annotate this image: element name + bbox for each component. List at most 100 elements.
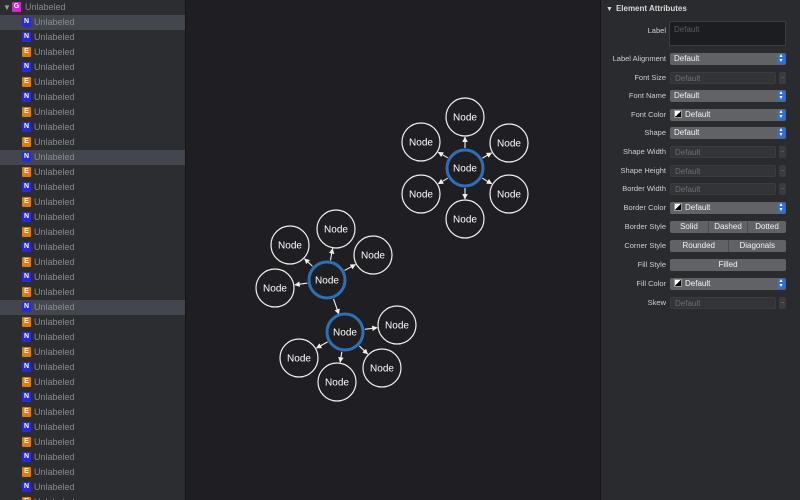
edge-arrow[interactable]: [364, 325, 378, 332]
graph-canvas[interactable]: Node Node Node Node Node Node Node Node Node Node…: [186, 0, 599, 500]
edge-arrow[interactable]: [437, 151, 449, 159]
outline-row[interactable]: N Unlabeled: [0, 15, 185, 30]
graph-node[interactable]: Node: [401, 174, 441, 214]
border-width-field[interactable]: Default: [670, 183, 776, 195]
shape-popup[interactable]: Default ▴ ▾: [670, 127, 786, 139]
shape-width-field[interactable]: Default: [670, 146, 776, 158]
font-name-popup[interactable]: Default ▴ ▾: [670, 90, 786, 102]
outline-row[interactable]: EUnlabeled: [0, 255, 185, 270]
graph-node[interactable]: Node: [401, 122, 441, 162]
outline-row[interactable]: EUnlabeled: [0, 495, 185, 500]
outline-row[interactable]: N Unlabeled: [0, 480, 185, 495]
graph-node[interactable]: Node: [445, 97, 485, 137]
shape-height-stepper[interactable]: [779, 165, 786, 177]
skew-stepper[interactable]: [779, 297, 786, 309]
outline-row[interactable]: EUnlabeled: [0, 285, 185, 300]
outline-row[interactable]: EUnlabeled: [0, 315, 185, 330]
corner-style-rounded[interactable]: Rounded: [670, 240, 729, 252]
edge-arrow[interactable]: [481, 177, 493, 185]
edge-arrow[interactable]: [358, 345, 369, 355]
outline-row[interactable]: EUnlabeled: [0, 105, 185, 120]
graph-node[interactable]: Node: [362, 348, 402, 388]
font-size-field[interactable]: Default: [670, 72, 776, 84]
label-alignment-popup[interactable]: Default ▴ ▾: [670, 53, 786, 65]
node-badge-icon: N: [22, 452, 31, 462]
outline-row[interactable]: N Unlabeled: [0, 330, 185, 345]
outline-row[interactable]: N Unlabeled: [0, 420, 185, 435]
inspector-section-header[interactable]: ▼ Element Attributes: [606, 4, 687, 13]
corner-style-diagonals[interactable]: Diagonals: [729, 240, 787, 252]
outline-row[interactable]: EUnlabeled: [0, 195, 185, 210]
edge-arrow[interactable]: [338, 351, 344, 363]
edge-arrow[interactable]: [482, 152, 493, 159]
outline-row[interactable]: EUnlabeled: [0, 375, 185, 390]
outline-row[interactable]: N Unlabeled: [0, 390, 185, 405]
border-color-popup[interactable]: Default ▴ ▾: [670, 202, 786, 214]
label-text-area[interactable]: Default: [669, 21, 786, 46]
skew-field[interactable]: Default: [670, 297, 776, 309]
outline-row-label: Unlabeled: [34, 122, 75, 132]
border-style-solid[interactable]: Solid: [670, 221, 709, 233]
graph-hub-node[interactable]: Node: [325, 312, 365, 352]
outline-sidebar[interactable]: ▼ G Unlabeled N Unlabeled N Unlabeled E Unlab…: [0, 0, 186, 500]
disclosure-triangle-icon[interactable]: ▼: [3, 0, 11, 15]
graph-hub-node[interactable]: Node: [307, 260, 347, 300]
outline-row[interactable]: EUnlabeled: [0, 435, 185, 450]
outline-row[interactable]: N Unlabeled: [0, 300, 185, 315]
outline-row[interactable]: N Unlabeled: [0, 270, 185, 285]
border-style-dotted[interactable]: Dotted: [748, 221, 786, 233]
graph-node[interactable]: Node: [445, 199, 485, 239]
row-border-width: Border Width Default: [601, 182, 800, 196]
graph-node[interactable]: Node: [270, 225, 310, 265]
edge-arrow[interactable]: [315, 341, 328, 349]
graph-node[interactable]: Node: [353, 235, 393, 275]
graph-node[interactable]: Node: [489, 123, 529, 163]
node-label: Node: [263, 284, 287, 295]
outline-row[interactable]: EUnlabeled: [0, 225, 185, 240]
graph-hub-node[interactable]: Node: [445, 148, 485, 188]
graph-node[interactable]: Node: [279, 338, 319, 378]
node-badge-icon: N: [22, 482, 31, 492]
outline-row[interactable]: N Unlabeled: [0, 30, 185, 45]
edge-arrow[interactable]: [333, 298, 340, 315]
edge-arrow[interactable]: [344, 264, 356, 271]
outline-row[interactable]: EUnlabeled: [0, 165, 185, 180]
outline-row[interactable]: N Unlabeled: [0, 180, 185, 195]
font-color-popup[interactable]: Default ▴ ▾: [670, 109, 786, 121]
outline-row[interactable]: EUnlabeled: [0, 465, 185, 480]
disclosure-triangle-icon[interactable]: ▼: [606, 6, 613, 13]
outline-root-row[interactable]: ▼ G Unlabeled: [0, 0, 185, 15]
outline-row[interactable]: EUnlabeled: [0, 405, 185, 420]
edge-arrow[interactable]: [328, 248, 335, 261]
outline-row-label: Unlabeled: [34, 362, 75, 372]
graph-svg[interactable]: Node Node Node Node Node Node Node Node Node Node…: [186, 0, 599, 500]
outline-row[interactable]: EUnlabeled: [0, 345, 185, 360]
outline-row[interactable]: EUnlabeled: [0, 45, 185, 60]
fill-style-filled[interactable]: Filled: [670, 259, 786, 271]
edge-arrow[interactable]: [437, 177, 449, 185]
outline-row[interactable]: EUnlabeled: [0, 135, 185, 150]
graph-node[interactable]: Node: [489, 174, 529, 214]
graph-node[interactable]: Node: [377, 305, 417, 345]
shape-width-stepper[interactable]: [779, 146, 786, 158]
outline-row[interactable]: N Unlabeled: [0, 150, 185, 165]
font-size-stepper[interactable]: [779, 72, 786, 84]
outline-row[interactable]: N Unlabeled: [0, 360, 185, 375]
graph-node[interactable]: Node: [255, 268, 295, 308]
graph-node[interactable]: Node: [316, 209, 356, 249]
row-fill-color: Fill Color Default ▴ ▾: [601, 277, 800, 291]
outline-row[interactable]: N Unlabeled: [0, 450, 185, 465]
outline-row[interactable]: EUnlabeled: [0, 75, 185, 90]
outline-row[interactable]: N Unlabeled: [0, 210, 185, 225]
outline-row[interactable]: N Unlabeled: [0, 120, 185, 135]
outline-row[interactable]: N Unlabeled: [0, 90, 185, 105]
graph-node[interactable]: Node: [317, 362, 357, 402]
border-width-stepper[interactable]: [779, 183, 786, 195]
edge-arrow[interactable]: [294, 281, 308, 287]
fill-color-popup[interactable]: Default ▴ ▾: [670, 278, 786, 290]
outline-row[interactable]: N Unlabeled: [0, 60, 185, 75]
edge-arrow[interactable]: [304, 258, 313, 267]
border-style-dashed[interactable]: Dashed: [709, 221, 748, 233]
shape-height-field[interactable]: Default: [670, 165, 776, 177]
outline-row[interactable]: N Unlabeled: [0, 240, 185, 255]
